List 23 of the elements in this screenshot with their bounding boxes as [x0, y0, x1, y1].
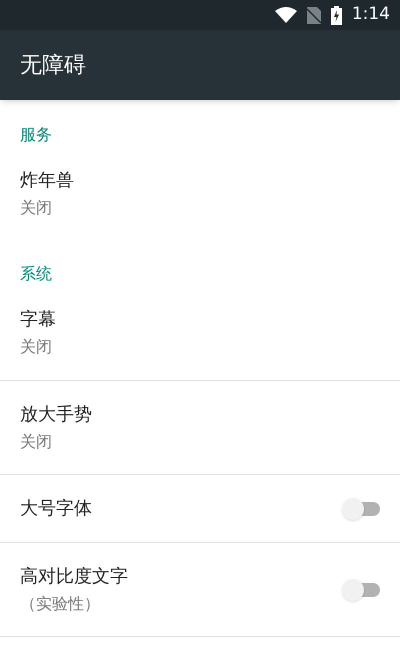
toggle-switch[interactable] — [342, 578, 380, 602]
item-title: 大号字体 — [20, 497, 93, 521]
status-time: 1:14 — [352, 3, 390, 26]
item-title: 炸年兽 — [20, 169, 75, 193]
item-title: 高对比度文字 — [20, 565, 129, 589]
item-title: 放大手势 — [20, 403, 93, 427]
settings-item[interactable]: 高对比度文字 （实验性） — [0, 542, 400, 636]
wifi-icon — [274, 7, 297, 23]
battery-charging-icon — [330, 6, 342, 24]
settings-item[interactable]: 炸年兽 关闭 — [0, 159, 400, 250]
section-header: 服务 — [20, 124, 52, 146]
settings-item[interactable]: 放大手势 关闭 — [0, 380, 400, 474]
item-summary: 关闭 — [20, 336, 53, 358]
app-title: 无障碍 — [20, 52, 86, 80]
settings-item[interactable]: 字幕 关闭 — [0, 298, 400, 380]
item-summary: 关闭 — [20, 197, 53, 219]
item-summary: 关闭 — [20, 431, 53, 453]
item-title: 字幕 — [20, 308, 57, 332]
item-summary: （实验性） — [20, 593, 101, 615]
section-header: 系统 — [20, 263, 52, 285]
settings-item[interactable]: 大号字体 — [0, 474, 400, 542]
toggle-switch[interactable] — [342, 496, 380, 520]
no-sim-icon — [306, 6, 321, 24]
